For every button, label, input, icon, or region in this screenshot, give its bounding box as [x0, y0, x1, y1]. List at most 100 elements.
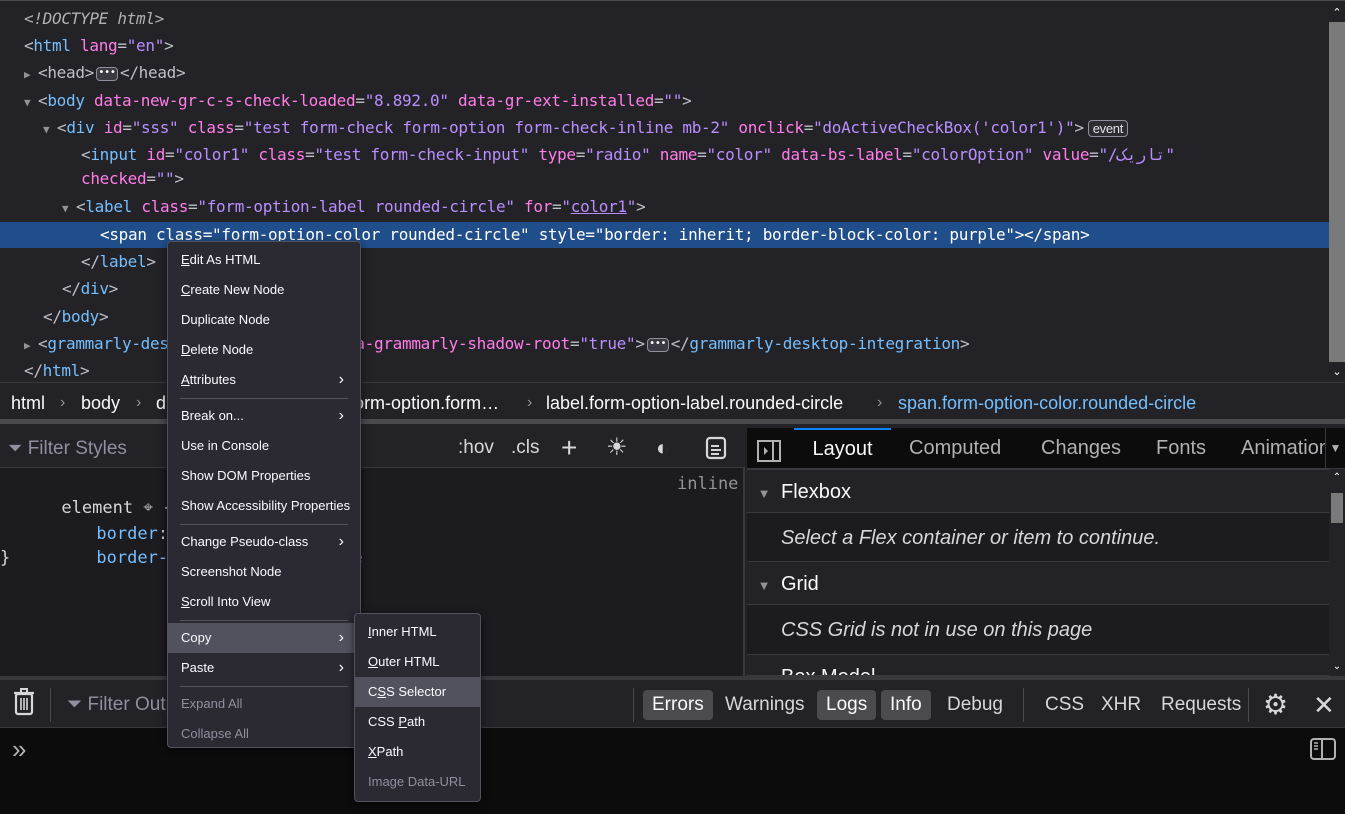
close-icon[interactable]: ✕ [1304, 690, 1344, 720]
breadcrumb-label[interactable]: label.form-option-label.rounded-circle [546, 383, 843, 423]
attribute-value[interactable]: "color1" [174, 145, 249, 164]
breadcrumb-body[interactable]: body [81, 383, 120, 423]
markup-node[interactable]: </html> [0, 358, 90, 384]
filter-css-button[interactable]: CSS [1036, 690, 1093, 720]
breadcrumb-span[interactable]: span.form-option-color.rounded-circle [898, 383, 1196, 423]
event-badge[interactable]: event [1087, 120, 1129, 137]
expanded-twisty-icon[interactable]: ▼ [62, 196, 76, 222]
attribute-name[interactable]: data-gr-ext-installed [458, 91, 654, 110]
toggle-sidebar-icon[interactable] [1310, 738, 1336, 765]
markup-node[interactable]: </label> [0, 249, 156, 275]
filter-info-button[interactable]: Info [881, 690, 931, 720]
breadcrumb-html[interactable]: html [11, 383, 45, 423]
collapsed-twisty-icon[interactable]: ▶ [24, 62, 38, 88]
menu-item-show-dom-properties[interactable]: Show DOM Properties [168, 461, 360, 491]
markup-scrollbar[interactable]: ⌃ ⌄ [1329, 4, 1345, 381]
settings-gear-icon[interactable]: ⚙ [1254, 690, 1297, 720]
filter-xhr-button[interactable]: XHR [1092, 690, 1150, 720]
menu-item-use-in-console[interactable]: Use in Console [168, 431, 360, 461]
tab-layout[interactable]: Layout [794, 428, 891, 468]
attribute-value[interactable]: "radio" [585, 145, 651, 164]
scroll-down-icon[interactable]: ⌄ [1329, 658, 1345, 676]
grid-section-header[interactable]: ▼ Grid [747, 561, 1329, 605]
menu-item-css-selector[interactable]: CSS Selector [355, 677, 480, 707]
scrollbar-thumb[interactable] [1329, 22, 1345, 362]
attribute-value[interactable]: "true" [579, 334, 635, 353]
markup-node[interactable]: ▶< grammarly-desktop-integration data-gra… [0, 331, 970, 359]
filter-errors-button[interactable]: Errors [643, 690, 713, 720]
menu-item-paste[interactable]: Paste › [168, 653, 360, 683]
attribute-name[interactable]: for [524, 197, 552, 216]
attribute-name[interactable]: id [146, 145, 165, 164]
tab-computed[interactable]: Computed [909, 428, 1001, 468]
attribute-name[interactable]: value [1043, 145, 1090, 164]
menu-item-inner-html[interactable]: Inner HTML [355, 617, 480, 647]
menu-item-delete-node[interactable]: Delete Node [168, 335, 360, 365]
markup-node[interactable]: ▶ <head> ••• </head> [0, 60, 186, 88]
attribute-name[interactable]: name [660, 145, 698, 164]
expanded-twisty-icon[interactable]: ▼ [43, 117, 57, 143]
attribute-value[interactable]: "en" [127, 36, 165, 55]
tab-animations[interactable]: Animations [1241, 428, 1325, 468]
scroll-down-icon[interactable]: ⌄ [1329, 363, 1345, 381]
menu-item-edit-as-html[interactable]: Edit As HTML [168, 245, 360, 275]
attribute-value[interactable]: "test form-check-input" [314, 145, 529, 164]
attribute-name[interactable]: id [104, 118, 123, 137]
filter-requests-button[interactable]: Requests [1152, 690, 1250, 720]
markup-node[interactable]: ▼ <div id="sss" class="test form-check fo… [0, 115, 1129, 143]
menu-item-css-path[interactable]: CSS Path [355, 707, 480, 737]
attribute-value[interactable]: "color" [706, 145, 772, 164]
markup-node[interactable]: <input id="color1" class="test form-chec… [0, 142, 1175, 168]
attribute-value[interactable]: "border: inherit; border-block-color: pu… [595, 225, 1015, 244]
filter-logs-button[interactable]: Logs [817, 690, 877, 720]
attribute-name[interactable]: data-grammarly-shadow-root [327, 334, 570, 353]
attribute-value[interactable]: "colorOption" [912, 145, 1034, 164]
markup-node[interactable]: <html lang="en"> [0, 33, 174, 59]
light-scheme-icon[interactable]: ☀ [606, 428, 628, 468]
dark-scheme-icon[interactable]: ◐ [656, 428, 669, 468]
markup-node[interactable]: </body> [0, 304, 109, 330]
attribute-value[interactable]: "form-option-label rounded-circle" [197, 197, 515, 216]
menu-item-show-accessibility-properties[interactable]: Show Accessibility Properties [168, 491, 360, 521]
attribute-value[interactable]: "" [156, 169, 175, 188]
markup-node[interactable]: checked=""> [0, 166, 184, 192]
attribute-name[interactable]: class [141, 197, 188, 216]
menu-item-screenshot-node[interactable]: Screenshot Node [168, 557, 360, 587]
attribute-value[interactable]: "" [663, 91, 682, 110]
menu-item-copy[interactable]: Copy › [168, 623, 360, 653]
attribute-value[interactable]: " [627, 197, 637, 216]
markup-node[interactable]: ▼ <body data-new-gr-c-s-check-loaded="8.8… [0, 88, 692, 114]
markup-node[interactable]: ▼ <label class="form-option-label rounded… [0, 194, 646, 222]
attribute-value[interactable]: "sss" [132, 118, 179, 137]
attribute-name[interactable]: type [538, 145, 576, 164]
attr-link[interactable]: color1 [571, 197, 627, 216]
filter-warnings-button[interactable]: Warnings [716, 690, 814, 720]
collapsed-twisty-icon[interactable]: ▶ [24, 333, 38, 359]
menu-item-change-pseudo-class[interactable]: Change Pseudo-class › [168, 527, 360, 557]
scroll-up-icon[interactable]: ⌃ [1329, 469, 1345, 487]
scroll-up-icon[interactable]: ⌃ [1329, 4, 1345, 22]
expand-ellipsis-icon[interactable]: ••• [96, 66, 118, 81]
scrollbar-thumb[interactable] [1331, 493, 1343, 523]
print-media-icon[interactable] [705, 428, 727, 468]
rule-origin[interactable]: inline [677, 472, 738, 496]
attribute-name[interactable]: onclick [738, 118, 804, 137]
toggle-sidebar-icon[interactable] [757, 436, 781, 462]
attribute-name[interactable]: checked [81, 169, 147, 188]
tab-fonts[interactable]: Fonts [1156, 428, 1206, 468]
menu-item-create-new-node[interactable]: Create New Node [168, 275, 360, 305]
attribute-value[interactable]: "test form-check form-option form-check-… [244, 118, 730, 137]
attribute-name[interactable]: lang [80, 36, 118, 55]
menu-item-duplicate-node[interactable]: Duplicate Node [168, 305, 360, 335]
sidebar-scrollbar[interactable]: ⌃ ⌄ [1329, 469, 1345, 676]
clear-console-icon[interactable] [4, 688, 44, 718]
menu-item-scroll-into-view[interactable]: Scroll Into View [168, 587, 360, 617]
add-rule-icon[interactable]: + [561, 428, 577, 468]
tabs-overflow-icon[interactable]: ▼ [1325, 428, 1345, 468]
menu-item-attributes[interactable]: Attributes › [168, 365, 360, 395]
attribute-name[interactable]: class [188, 118, 235, 137]
attribute-name[interactable]: data-new-gr-c-s-check-loaded [94, 91, 356, 110]
flexbox-section-header[interactable]: ▼ Flexbox [747, 469, 1329, 513]
filter-debug-button[interactable]: Debug [938, 690, 1012, 720]
attribute-value[interactable]: " [561, 197, 571, 216]
